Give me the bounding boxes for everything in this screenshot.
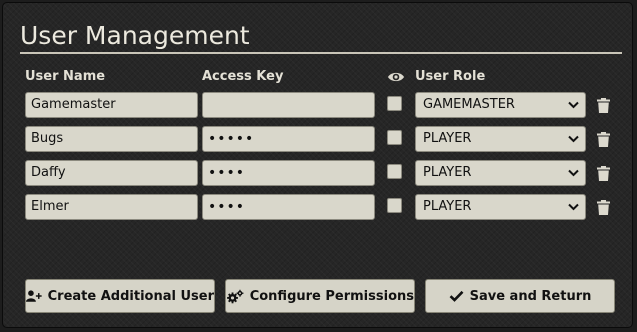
create-additional-user-label: Create Additional User [47, 288, 214, 304]
chevron-down-icon [568, 169, 579, 177]
access-key-input[interactable]: •••• [202, 194, 375, 220]
show-key-checkbox[interactable] [387, 164, 402, 179]
user-role-select[interactable]: PLAYER [415, 126, 586, 152]
column-header-user-role: User Role [415, 69, 486, 84]
user-role-select[interactable]: GAMEMASTER [415, 92, 586, 118]
chevron-down-icon [568, 101, 579, 109]
show-key-checkbox[interactable] [387, 96, 402, 111]
user-role-value: GAMEMASTER [423, 97, 515, 112]
check-icon [449, 290, 464, 302]
configure-permissions-label: Configure Permissions [249, 288, 414, 304]
user-role-value: PLAYER [423, 131, 472, 146]
access-key-input[interactable] [202, 92, 375, 118]
trash-icon[interactable] [597, 200, 610, 215]
user-name-input[interactable]: Elmer [25, 194, 198, 220]
column-header-access-key: Access Key [202, 69, 284, 84]
trash-icon[interactable] [597, 132, 610, 147]
user-plus-icon [26, 290, 42, 302]
chevron-down-icon [568, 135, 579, 143]
save-and-return-label: Save and Return [469, 288, 592, 304]
page-title: User Management [20, 21, 622, 54]
user-name-input[interactable]: Daffy [25, 160, 198, 186]
trash-icon[interactable] [597, 98, 610, 113]
eye-icon[interactable] [387, 70, 405, 84]
configure-permissions-button[interactable]: Configure Permissions [225, 279, 415, 313]
user-role-value: PLAYER [423, 199, 472, 214]
create-additional-user-button[interactable]: Create Additional User [25, 279, 215, 313]
user-role-value: PLAYER [423, 165, 472, 180]
access-key-input[interactable]: •••• [202, 160, 375, 186]
show-key-checkbox[interactable] [387, 130, 402, 145]
save-and-return-button[interactable]: Save and Return [425, 279, 615, 313]
user-role-select[interactable]: PLAYER [415, 160, 586, 186]
user-role-select[interactable]: PLAYER [415, 194, 586, 220]
user-management-dialog: User Management User Name Access Key Use… [2, 2, 633, 328]
cogs-icon [227, 289, 244, 303]
trash-icon[interactable] [597, 166, 610, 181]
user-name-input[interactable]: Gamemaster [25, 92, 198, 118]
user-name-input[interactable]: Bugs [25, 126, 198, 152]
chevron-down-icon [568, 203, 579, 211]
show-key-checkbox[interactable] [387, 198, 402, 213]
access-key-input[interactable]: ••••• [202, 126, 375, 152]
column-header-user-name: User Name [25, 69, 106, 84]
